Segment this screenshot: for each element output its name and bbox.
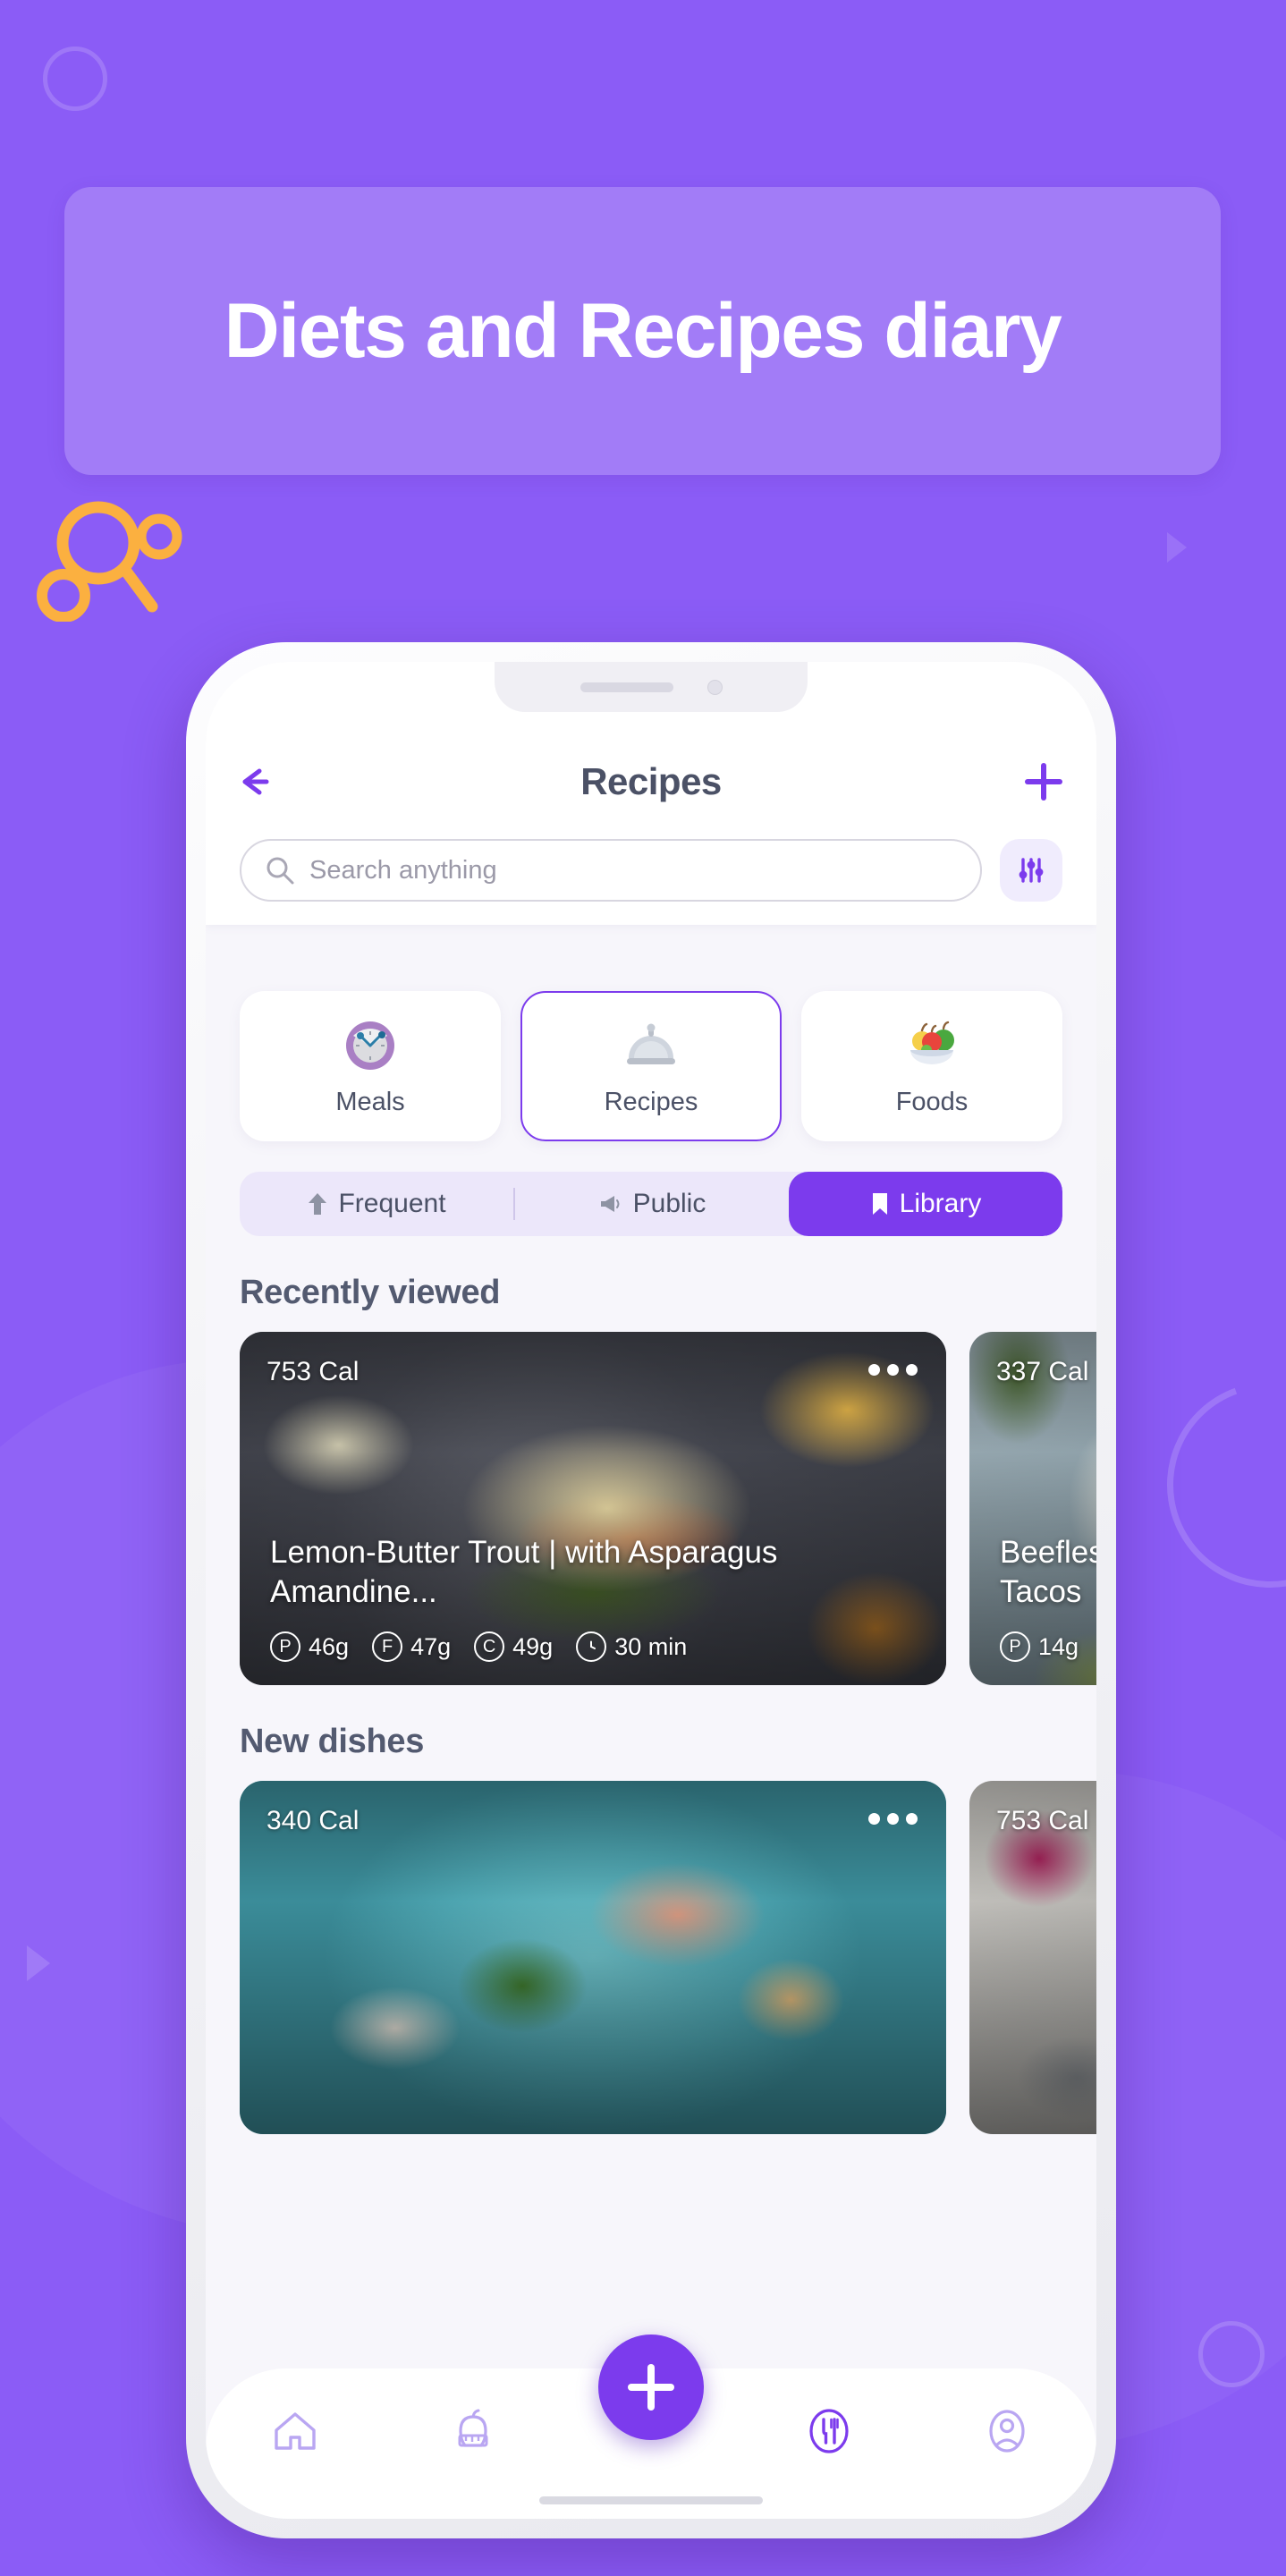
megaphone-icon: [600, 1196, 620, 1212]
segment-library[interactable]: Library: [789, 1172, 1062, 1236]
macro-value: 49g: [512, 1632, 554, 1660]
nav-item-profile[interactable]: [918, 2405, 1096, 2482]
search-icon: [267, 857, 294, 885]
category-card-foods[interactable]: Foods: [801, 991, 1062, 1141]
macro-fat: F 47g: [372, 1631, 451, 1662]
search-placeholder: Search anything: [309, 855, 497, 885]
earpiece-speaker: [580, 682, 673, 692]
home-indicator: [539, 2496, 763, 2504]
plus-icon: [1025, 763, 1062, 801]
category-label: Meals: [335, 1087, 405, 1116]
calorie-badge: 753 Cal: [996, 1806, 1089, 1835]
profile-icon: [989, 2410, 1026, 2453]
macro-protein: P 14g: [1000, 1631, 1079, 1662]
segment-frequent[interactable]: Frequent: [240, 1172, 513, 1236]
deco-triangle-left: [27, 1945, 50, 1981]
add-fab-button[interactable]: [598, 2334, 704, 2440]
macro-time: 30 min: [576, 1631, 687, 1662]
clock-icon: [341, 1016, 400, 1075]
search-row: Search anything: [240, 839, 1062, 902]
calorie-badge: 340 Cal: [267, 1806, 360, 1835]
carbs-icon: C: [474, 1631, 505, 1662]
page-title: Diets and Recipes diary: [224, 287, 1062, 374]
segment-label: Frequent: [338, 1189, 446, 1218]
fat-icon: F: [372, 1631, 403, 1662]
calorie-badge: 753 Cal: [267, 1357, 360, 1386]
macro-carbs: C 49g: [474, 1631, 553, 1662]
filter-button[interactable]: [1000, 839, 1062, 902]
cutlery-icon: [809, 2409, 849, 2453]
nav-item-recipes[interactable]: [740, 2403, 918, 2484]
deco-swirl-right: [1133, 1348, 1286, 1622]
segment-label: Public: [632, 1189, 706, 1218]
category-row: Meals Recipes Foods: [240, 961, 1062, 1141]
recipe-card[interactable]: 340 Cal: [240, 1781, 946, 2134]
category-label: Recipes: [604, 1087, 698, 1116]
macro-value: 47g: [410, 1632, 452, 1660]
back-button[interactable]: [240, 764, 297, 800]
calorie-badge: 337 Cal: [996, 1357, 1089, 1386]
phone-mockup: Recipes Search anything Meals Recipes Fo…: [186, 642, 1116, 2538]
home-icon: [274, 2412, 316, 2450]
magnifier-decoration-icon: [34, 501, 213, 623]
category-label: Foods: [895, 1087, 969, 1116]
header-row: Recipes: [240, 755, 1062, 809]
protein-icon: P: [1000, 1631, 1030, 1662]
segment-public[interactable]: Public: [515, 1172, 789, 1236]
phone-screen: Recipes Search anything Meals Recipes Fo…: [206, 662, 1096, 2519]
front-camera-icon: [706, 679, 723, 695]
deco-circle-top-left: [43, 47, 107, 111]
recipe-title: Lemon-Butter Trout | with Asparagus Aman…: [270, 1534, 778, 1609]
recipe-card-body: Beefless Tacos P 14g: [1000, 1533, 1096, 1662]
macro-protein: P 46g: [270, 1631, 349, 1662]
segmented-control: Frequent Public Library: [240, 1172, 1062, 1236]
macro-value: 46g: [309, 1632, 350, 1660]
macro-row: P 14g: [1000, 1631, 1096, 1662]
more-dots-icon[interactable]: [868, 1364, 918, 1376]
new-dishes-strip: 340 Cal 753 Cal: [240, 1781, 1096, 2134]
recipe-card[interactable]: 337 Cal Beefless Tacos P 14g: [969, 1332, 1096, 1685]
protein-icon: P: [270, 1631, 300, 1662]
recently-viewed-strip: 753 Cal Lemon-Butter Trout | with Aspara…: [240, 1332, 1096, 1685]
screen-title: Recipes: [580, 760, 722, 802]
clock-icon: [576, 1631, 607, 1662]
recipe-title: Beefless Tacos: [1000, 1534, 1096, 1609]
macro-row: P 46g F 47g C 49g 30 min: [270, 1631, 916, 1662]
add-recipe-button[interactable]: [1005, 763, 1062, 801]
recipe-card[interactable]: 753 Cal Lemon-Butter Trout | with Aspara…: [240, 1332, 946, 1685]
nav-item-home[interactable]: [206, 2406, 384, 2481]
recipe-card-body: Lemon-Butter Trout | with Asparagus Aman…: [270, 1533, 916, 1662]
macro-value: 30 min: [614, 1632, 688, 1660]
section-title-new-dishes: New dishes: [240, 1723, 425, 1760]
sliders-icon: [1019, 858, 1044, 883]
search-input[interactable]: Search anything: [240, 839, 982, 902]
deco-circle-bottom-right: [1198, 2321, 1265, 2387]
macro-value: 14g: [1038, 1632, 1079, 1660]
app-content: Meals Recipes Foods Frequent Public Libr…: [206, 961, 1096, 2519]
nav-item-nutrition[interactable]: [384, 2406, 562, 2481]
apple-tape-icon: [458, 2409, 488, 2447]
plus-icon: [628, 2364, 674, 2411]
recipe-card[interactable]: 753 Cal: [969, 1781, 1096, 2134]
arrow-up-icon: [309, 1193, 327, 1215]
category-card-recipes[interactable]: Recipes: [520, 991, 782, 1141]
cloche-icon: [622, 1016, 681, 1075]
section-title-recently-viewed: Recently viewed: [240, 1274, 501, 1311]
deco-triangle-right: [1167, 532, 1187, 563]
category-card-meals[interactable]: Meals: [240, 991, 501, 1141]
bookmark-icon: [872, 1193, 887, 1215]
fruit-bowl-icon: [902, 1016, 961, 1075]
more-dots-icon[interactable]: [868, 1813, 918, 1825]
arrow-left-icon: [242, 768, 269, 795]
phone-notch: [495, 662, 808, 712]
hero-banner: Diets and Recipes diary: [64, 187, 1221, 475]
segment-label: Library: [899, 1189, 982, 1218]
